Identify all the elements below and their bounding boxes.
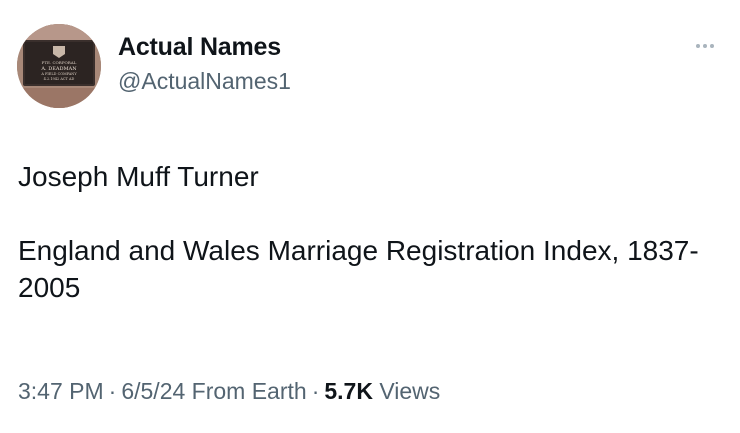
tweet-source: From Earth — [191, 378, 307, 404]
tweet-paragraph: England and Wales Marriage Registration … — [18, 235, 699, 303]
user-handle[interactable]: @ActualNames1 — [118, 68, 291, 95]
avatar-plaque-line-3: A FIELD COMPANY — [40, 72, 77, 76]
tweet-paragraph: Joseph Muff Turner — [18, 161, 259, 192]
tweet-date[interactable]: 6/5/24 — [121, 378, 185, 404]
tweet-meta: 3:47 PM · 6/5/24 From Earth · 5.7K Views — [18, 378, 440, 405]
meta-separator: · — [108, 378, 117, 404]
views-label: Views — [379, 378, 441, 404]
memorial-plaque-image: PTE. CORPORAL A. DEADMAN A FIELD COMPANY… — [17, 24, 101, 108]
avatar-plaque-line-4: 4.2.1942 ACT AD — [44, 77, 75, 81]
more-options-button[interactable] — [688, 36, 722, 56]
tweet-card: PTE. CORPORAL A. DEADMAN A FIELD COMPANY… — [0, 0, 740, 433]
display-name[interactable]: Actual Names — [118, 33, 281, 62]
views-count[interactable]: 5.7K — [324, 378, 373, 404]
avatar-plaque-line-1: PTE. CORPORAL — [42, 60, 77, 65]
avatar[interactable]: PTE. CORPORAL A. DEADMAN A FIELD COMPANY… — [17, 24, 101, 108]
meta-separator: · — [311, 378, 320, 404]
tweet-time[interactable]: 3:47 PM — [18, 378, 104, 404]
more-horizontal-icon — [696, 44, 700, 48]
tweet-text: Joseph Muff Turner England and Wales Mar… — [18, 158, 723, 306]
